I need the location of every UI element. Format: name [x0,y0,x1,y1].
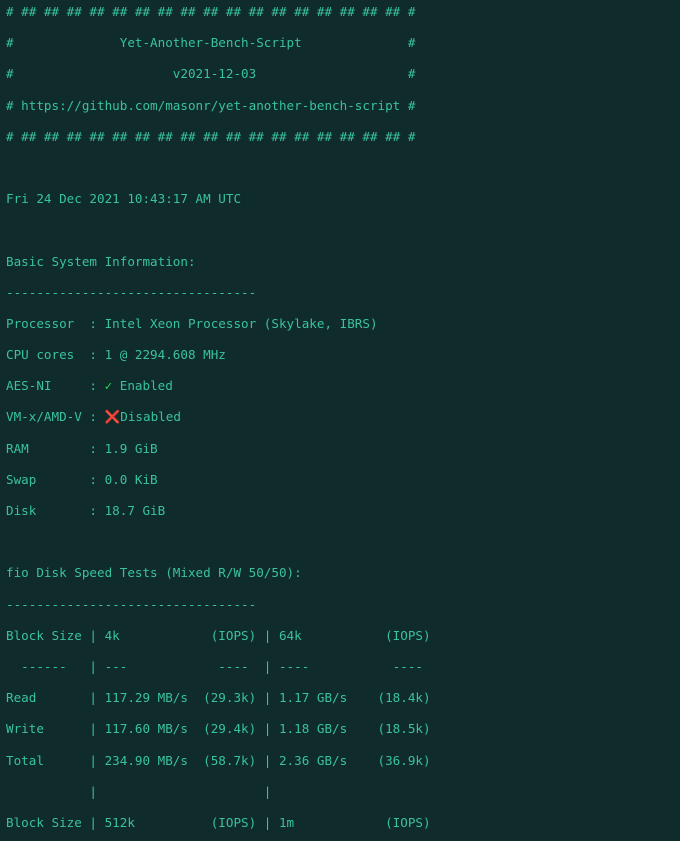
sysinfo-div: --------------------------------- [6,285,674,301]
fio-hdr1: Block Size | 4k (IOPS) | 64k (IOPS) [6,628,674,644]
sysinfo-vmx: VM-x/AMD-V : ❌Disabled [6,409,674,425]
fio-div: --------------------------------- [6,597,674,613]
sysinfo-swap: Swap : 0.0 KiB [6,472,674,488]
timestamp: Fri 24 Dec 2021 10:43:17 AM UTC [6,191,674,207]
check-icon: ✓ [105,378,120,393]
fio-title: fio Disk Speed Tests (Mixed R/W 50/50): [6,565,674,581]
fio-read-4k: Read | 117.29 MB/s (29.3k) | 1.17 GB/s (… [6,690,674,706]
fio-sep1: ------ | --- ---- | ---- ---- [6,659,674,675]
blank [6,222,674,238]
sysinfo-ram: RAM : 1.9 GiB [6,441,674,457]
banner-title: # Yet-Another-Bench-Script # [6,35,674,51]
aes-label: AES-NI : [6,378,105,393]
vmx-label: VM-x/AMD-V : [6,409,105,424]
fio-write-4k: Write | 117.60 MB/s (29.4k) | 1.18 GB/s … [6,721,674,737]
banner-border2: # ## ## ## ## ## ## ## ## ## ## ## ## ##… [6,129,674,145]
blank [6,534,674,550]
aes-status: Enabled [120,378,173,393]
fio-hdr2: Block Size | 512k (IOPS) | 1m (IOPS) [6,815,674,831]
vmx-status: Disabled [120,409,181,424]
cross-icon: ❌ [105,409,121,424]
sysinfo-aes: AES-NI : ✓ Enabled [6,378,674,394]
banner-version: # v2021-12-03 # [6,66,674,82]
blank [6,160,674,176]
sysinfo-proc: Processor : Intel Xeon Processor (Skylak… [6,316,674,332]
sysinfo-cores: CPU cores : 1 @ 2294.608 MHz [6,347,674,363]
sysinfo-title: Basic System Information: [6,254,674,270]
fio-gap: | | [6,784,674,800]
banner-repo: # https://github.com/masonr/yet-another-… [6,98,674,114]
fio-total-4k: Total | 234.90 MB/s (58.7k) | 2.36 GB/s … [6,753,674,769]
terminal-output: # ## ## ## ## ## ## ## ## ## ## ## ## ##… [0,0,680,841]
banner-border: # ## ## ## ## ## ## ## ## ## ## ## ## ##… [6,4,674,20]
sysinfo-disk: Disk : 18.7 GiB [6,503,674,519]
